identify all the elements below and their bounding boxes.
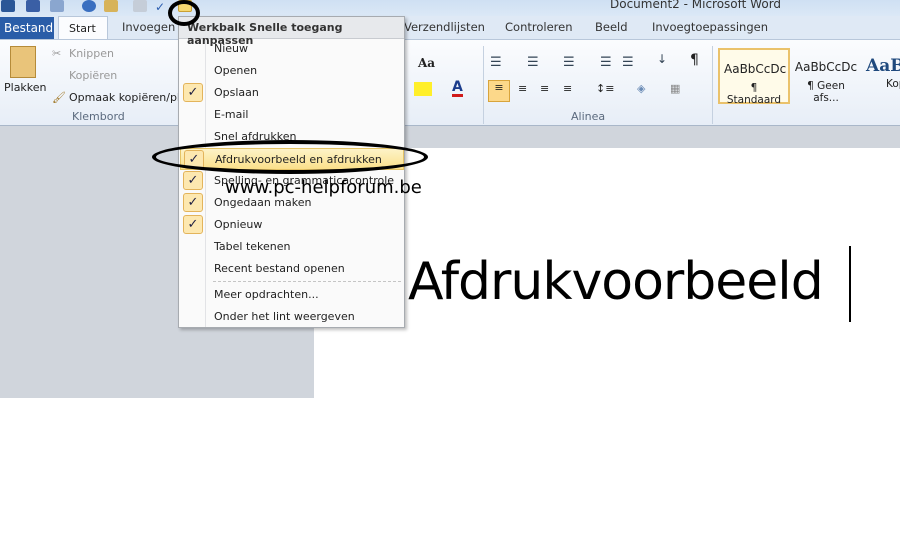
- borders-icon[interactable]: ▦: [670, 82, 680, 95]
- menu-item[interactable]: Onder het lint weergeven: [180, 306, 404, 328]
- style-geen-afstand[interactable]: AaBbCcDc ¶ Geen afs...: [790, 48, 862, 104]
- align-center-icon[interactable]: ≡: [518, 82, 527, 95]
- sort-icon[interactable]: ↓: [657, 52, 667, 66]
- group-label-alinea: Alinea: [571, 110, 606, 123]
- multilevel-list-icon[interactable]: ☰: [563, 55, 575, 70]
- checkmark-icon: ✓: [183, 193, 203, 212]
- menu-item-label: Opnieuw: [214, 218, 263, 231]
- style-preview: AaB: [866, 56, 900, 76]
- menu-item[interactable]: Meer opdrachten...: [180, 284, 404, 306]
- document-text[interactable]: Afdrukvoorbeeld: [408, 252, 824, 312]
- ribbon-tabs: Bestand Start Invoegen Verzendlijsten Co…: [0, 16, 900, 41]
- font-color-icon[interactable]: A: [452, 80, 463, 97]
- align-left-icon[interactable]: ≡: [488, 80, 510, 102]
- ribbon: Plakken ✂ Knippen Kopiëren 🖌 Opmaak kopi…: [0, 39, 900, 126]
- style-standaard[interactable]: AaBbCcDc ¶ Standaard: [718, 48, 790, 106]
- menu-item-label: Onder het lint weergeven: [214, 310, 355, 323]
- menu-item[interactable]: ✓ Opnieuw: [180, 214, 404, 236]
- tab-invoegtoepassingen[interactable]: Invoegtoepassingen: [652, 20, 768, 34]
- window-title: Document2 - Microsoft Word: [610, 0, 782, 11]
- line-spacing-icon[interactable]: ↕≡: [596, 82, 614, 95]
- cut-button[interactable]: Knippen: [69, 47, 114, 60]
- style-name: ¶ Standaard: [726, 82, 782, 106]
- numbering-icon[interactable]: ☰: [527, 55, 539, 70]
- paste-icon[interactable]: [10, 46, 36, 78]
- menu-header: Werkbalk Snelle toegang aanpassen: [179, 17, 404, 47]
- style-kop[interactable]: AaB Kop: [862, 48, 900, 104]
- menu-item-label: E-mail: [214, 108, 249, 121]
- decrease-indent-icon[interactable]: ☰: [600, 55, 612, 70]
- style-preview: AaBbCcDc: [794, 60, 858, 74]
- undo-icon[interactable]: [50, 0, 64, 12]
- menu-item[interactable]: E-mail: [180, 104, 404, 126]
- highlight-icon[interactable]: [414, 82, 432, 96]
- style-preview: AaBbCcDc: [724, 62, 787, 76]
- paste-button[interactable]: Plakken: [4, 81, 47, 94]
- watermark: www.pc-helpforum.be: [225, 177, 422, 198]
- menu-item-label: Recent bestand openen: [214, 262, 345, 275]
- menu-item[interactable]: Openen: [180, 60, 404, 82]
- format-painter-button[interactable]: Opmaak kopiëren/plakken: [69, 91, 179, 104]
- spelling-icon[interactable]: [104, 0, 118, 12]
- menu-item-label: Opslaan: [214, 86, 259, 99]
- copy-button[interactable]: Kopiëren: [69, 69, 117, 82]
- checkmark-icon: ✓: [183, 83, 203, 102]
- annotation-circle: [168, 0, 200, 26]
- style-name: Kop: [886, 78, 900, 90]
- justify-icon[interactable]: ≡: [563, 82, 572, 95]
- change-case-button[interactable]: Aa: [418, 56, 435, 70]
- divider: [712, 46, 713, 124]
- divider: [483, 46, 484, 124]
- tab-invoegen[interactable]: Invoegen: [122, 20, 175, 34]
- cut-icon: ✂: [52, 47, 62, 60]
- menu-item[interactable]: Recent bestand openen: [180, 258, 404, 280]
- tab-start[interactable]: Start: [58, 16, 108, 41]
- check-icon[interactable]: ✓: [155, 0, 169, 14]
- tab-beeld[interactable]: Beeld: [595, 20, 628, 34]
- redo-icon[interactable]: [82, 0, 96, 12]
- text-cursor: [849, 246, 851, 322]
- menu-item-label: Tabel tekenen: [214, 240, 291, 253]
- menu-item-label: Meer opdrachten...: [214, 288, 319, 301]
- pilcrow-icon[interactable]: ¶: [690, 52, 699, 68]
- word-icon: [1, 0, 15, 12]
- save-icon[interactable]: [26, 0, 40, 12]
- group-label-klembord: Klembord: [72, 110, 125, 123]
- tab-bestand[interactable]: Bestand: [0, 17, 54, 39]
- annotation-circle: [152, 140, 428, 174]
- increase-indent-icon[interactable]: ☰: [622, 55, 634, 70]
- menu-item-label: Nieuw: [214, 42, 249, 55]
- format-painter-icon: 🖌: [52, 91, 66, 104]
- checkmark-icon: ✓: [183, 171, 203, 190]
- menu-item-label: Openen: [214, 64, 258, 77]
- style-name: ¶ Geen afs...: [807, 80, 845, 104]
- menu-item[interactable]: ✓ Opslaan: [180, 82, 404, 104]
- menu-separator: [213, 281, 401, 282]
- title-bar: ✓ Document2 - Microsoft Word: [0, 0, 900, 16]
- shading-icon[interactable]: ◈: [637, 82, 645, 95]
- bullets-icon[interactable]: ☰: [490, 55, 502, 70]
- tab-verzendlijsten[interactable]: Verzendlijsten: [404, 20, 485, 34]
- tab-controleren[interactable]: Controleren: [505, 20, 572, 34]
- menu-item[interactable]: Tabel tekenen: [180, 236, 404, 258]
- checkmark-icon: ✓: [183, 215, 203, 234]
- menu-item[interactable]: Nieuw: [180, 38, 404, 60]
- align-right-icon[interactable]: ≡: [540, 82, 549, 95]
- print-preview-icon[interactable]: [133, 0, 147, 12]
